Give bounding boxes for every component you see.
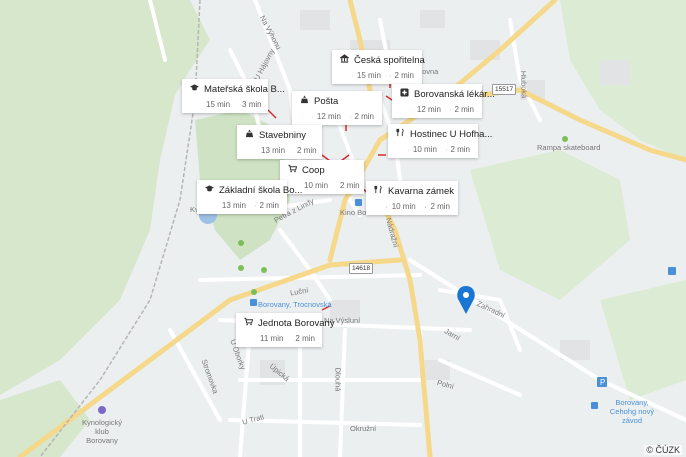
drive-time: 2 min [394,71,414,80]
car-icon [389,75,391,76]
car-icon [349,116,351,117]
place-label: Borovany, Trocnovská [258,300,332,309]
walk-time: 10 min [412,145,437,154]
drive-time: 2 min [259,201,279,210]
school-icon [190,83,199,96]
poi-card-stavebniny[interactable]: Stavebniny 13 min 2 min [237,125,322,159]
poi-name: Coop [302,165,325,176]
walk-icon [312,116,313,117]
drive-time: 2 min [340,181,360,190]
poi-name: Borovanská lékár... [414,89,495,100]
bank-icon [340,54,349,67]
pharmacy-icon [400,88,409,101]
copyright-notice: © ČÚZK [644,445,682,455]
drive-time: 2 min [297,146,317,155]
poi-name: Stavebniny [259,130,307,141]
car-icon [424,206,427,208]
walk-time: 13 min [221,201,246,210]
walk-time: 10 min [304,181,329,190]
poi-card-ceska-sporitelna[interactable]: Česká spořitelna 15 min 2 min [332,50,425,84]
walk-time: 12 min [416,105,441,114]
poi-card-posta[interactable]: Pošta 12 min 2 min [292,91,382,125]
poi-name: Pošta [314,96,339,107]
street-label: Dlouhá [333,367,343,392]
poi-card-zakladni-skola[interactable]: Základní škola Bo... 13 min 2 min [197,180,302,214]
poi-name: Kavarna zámek [388,186,455,197]
walk-icon [412,109,413,110]
street-label: Hluboká [518,70,529,99]
walk-icon [408,149,409,150]
dog-club-icon [98,406,106,414]
place-label: Kynologický klub Borovany [82,418,123,445]
road-number-shield: 14618 [349,263,374,274]
building-icon [300,95,309,108]
poi-name: Základní škola Bo... [219,185,303,196]
walk-time: 13 min [261,146,286,155]
poi-card-jednota[interactable]: Jednota Borovany 11 min 2 min [236,313,335,347]
drive-time: 3 min [242,100,262,109]
school-icon [205,184,214,197]
street-label: Okružní [350,424,377,433]
poi-name: Mateřská škola B... [204,84,285,95]
road-number-shield: 15517 [492,84,517,95]
poi-name: Hostinec U Hofha... [410,129,493,140]
walk-icon [352,75,353,76]
poi-card-kavarna[interactable]: Kavarna zámek 10 min 2 min [366,181,458,215]
car-icon [254,205,256,206]
svg-text:P: P [600,378,605,387]
restaurant-icon [396,128,405,141]
drive-time: 2 min [295,334,315,343]
car-icon [445,149,447,150]
cart-icon [244,317,253,330]
place-label: Rampa skateboard [537,143,601,152]
poi-card-materska-skola[interactable]: Mateřská škola B... 15 min 3 min [182,79,285,113]
building-icon [245,129,254,142]
car-icon [449,109,451,110]
walk-time: 15 min [356,71,381,80]
walk-time: 15 min [206,100,231,109]
walk-icon [386,205,388,208]
walk-icon [217,205,218,206]
walk-time: 12 min [316,112,341,121]
drive-time: 2 min [430,202,450,211]
poi-name: Jednota Borovany [258,318,335,329]
walk-time: 10 min [391,202,416,211]
drive-time: 2 min [354,112,374,121]
poi-card-borovanska-lekarna[interactable]: Borovanská lékár... 12 min 2 min [392,84,495,118]
restaurant-icon [374,185,383,198]
poi-name: Česká spořitelna [354,55,425,66]
cart-icon [288,164,297,177]
walk-time: 11 min [260,334,284,343]
drive-time: 2 min [454,105,474,114]
drive-time: 2 min [450,145,470,154]
place-label: tovna [420,67,439,76]
poi-card-hostinec[interactable]: Hostinec U Hofha... 10 min 2 min [388,124,492,158]
place-label: Borovany, Cehohg nový závod [609,398,655,425]
